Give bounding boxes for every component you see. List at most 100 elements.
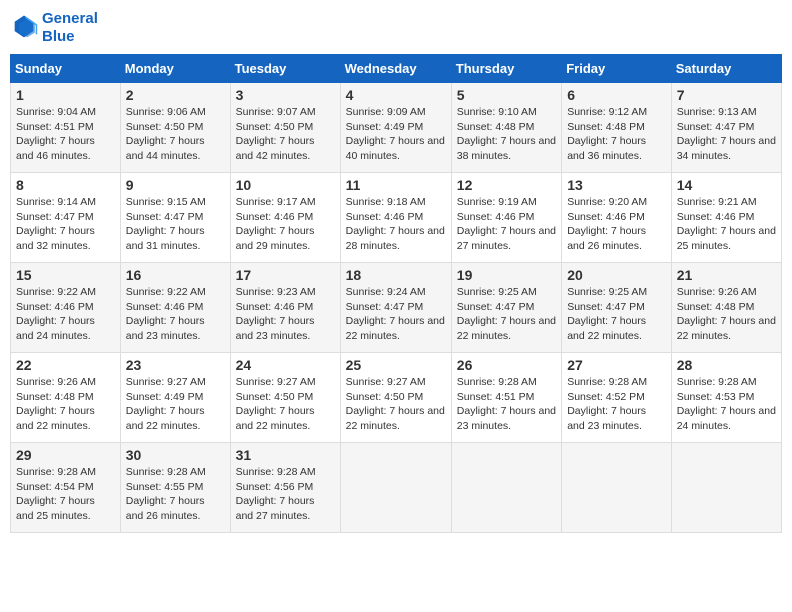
day-number: 8 xyxy=(16,177,115,193)
day-info: Sunrise: 9:20 AM Sunset: 4:46 PM Dayligh… xyxy=(567,195,666,254)
day-info: Sunrise: 9:19 AM Sunset: 4:46 PM Dayligh… xyxy=(457,195,556,254)
day-info: Sunrise: 9:22 AM Sunset: 4:46 PM Dayligh… xyxy=(16,285,115,344)
day-number: 24 xyxy=(236,357,335,373)
day-number: 30 xyxy=(126,447,225,463)
day-number: 21 xyxy=(677,267,776,283)
day-number: 31 xyxy=(236,447,335,463)
day-number: 11 xyxy=(346,177,446,193)
day-info: Sunrise: 9:15 AM Sunset: 4:47 PM Dayligh… xyxy=(126,195,225,254)
day-number: 6 xyxy=(567,87,666,103)
day-info: Sunrise: 9:23 AM Sunset: 4:46 PM Dayligh… xyxy=(236,285,335,344)
calendar-cell: 3 Sunrise: 9:07 AM Sunset: 4:50 PM Dayli… xyxy=(230,83,340,173)
day-info: Sunrise: 9:26 AM Sunset: 4:48 PM Dayligh… xyxy=(677,285,776,344)
weekday-header: Friday xyxy=(562,55,672,83)
day-number: 13 xyxy=(567,177,666,193)
logo-text: General Blue xyxy=(42,10,98,46)
day-info: Sunrise: 9:09 AM Sunset: 4:49 PM Dayligh… xyxy=(346,105,446,164)
day-number: 20 xyxy=(567,267,666,283)
day-info: Sunrise: 9:28 AM Sunset: 4:56 PM Dayligh… xyxy=(236,465,335,524)
weekday-header: Thursday xyxy=(451,55,561,83)
day-number: 3 xyxy=(236,87,335,103)
calendar-cell: 17 Sunrise: 9:23 AM Sunset: 4:46 PM Dayl… xyxy=(230,263,340,353)
calendar-cell: 2 Sunrise: 9:06 AM Sunset: 4:50 PM Dayli… xyxy=(120,83,230,173)
day-number: 18 xyxy=(346,267,446,283)
day-info: Sunrise: 9:06 AM Sunset: 4:50 PM Dayligh… xyxy=(126,105,225,164)
calendar-cell xyxy=(340,443,451,533)
calendar-cell xyxy=(671,443,781,533)
calendar-cell: 12 Sunrise: 9:19 AM Sunset: 4:46 PM Dayl… xyxy=(451,173,561,263)
day-number: 7 xyxy=(677,87,776,103)
calendar-cell: 1 Sunrise: 9:04 AM Sunset: 4:51 PM Dayli… xyxy=(11,83,121,173)
calendar-cell: 21 Sunrise: 9:26 AM Sunset: 4:48 PM Dayl… xyxy=(671,263,781,353)
calendar-cell: 11 Sunrise: 9:18 AM Sunset: 4:46 PM Dayl… xyxy=(340,173,451,263)
day-info: Sunrise: 9:28 AM Sunset: 4:52 PM Dayligh… xyxy=(567,375,666,434)
day-number: 26 xyxy=(457,357,556,373)
day-info: Sunrise: 9:14 AM Sunset: 4:47 PM Dayligh… xyxy=(16,195,115,254)
calendar-cell: 6 Sunrise: 9:12 AM Sunset: 4:48 PM Dayli… xyxy=(562,83,672,173)
calendar-cell: 14 Sunrise: 9:21 AM Sunset: 4:46 PM Dayl… xyxy=(671,173,781,263)
calendar-week-row: 29 Sunrise: 9:28 AM Sunset: 4:54 PM Dayl… xyxy=(11,443,782,533)
day-info: Sunrise: 9:13 AM Sunset: 4:47 PM Dayligh… xyxy=(677,105,776,164)
day-info: Sunrise: 9:26 AM Sunset: 4:48 PM Dayligh… xyxy=(16,375,115,434)
day-number: 1 xyxy=(16,87,115,103)
day-number: 10 xyxy=(236,177,335,193)
day-info: Sunrise: 9:07 AM Sunset: 4:50 PM Dayligh… xyxy=(236,105,335,164)
day-info: Sunrise: 9:24 AM Sunset: 4:47 PM Dayligh… xyxy=(346,285,446,344)
calendar-cell: 31 Sunrise: 9:28 AM Sunset: 4:56 PM Dayl… xyxy=(230,443,340,533)
calendar-cell xyxy=(562,443,672,533)
day-info: Sunrise: 9:28 AM Sunset: 4:55 PM Dayligh… xyxy=(126,465,225,524)
day-info: Sunrise: 9:10 AM Sunset: 4:48 PM Dayligh… xyxy=(457,105,556,164)
calendar-cell: 28 Sunrise: 9:28 AM Sunset: 4:53 PM Dayl… xyxy=(671,353,781,443)
day-info: Sunrise: 9:04 AM Sunset: 4:51 PM Dayligh… xyxy=(16,105,115,164)
day-number: 12 xyxy=(457,177,556,193)
calendar-cell: 10 Sunrise: 9:17 AM Sunset: 4:46 PM Dayl… xyxy=(230,173,340,263)
calendar-cell: 13 Sunrise: 9:20 AM Sunset: 4:46 PM Dayl… xyxy=(562,173,672,263)
calendar-cell: 26 Sunrise: 9:28 AM Sunset: 4:51 PM Dayl… xyxy=(451,353,561,443)
calendar-week-row: 15 Sunrise: 9:22 AM Sunset: 4:46 PM Dayl… xyxy=(11,263,782,353)
day-number: 23 xyxy=(126,357,225,373)
day-number: 14 xyxy=(677,177,776,193)
calendar-cell xyxy=(451,443,561,533)
calendar-week-row: 8 Sunrise: 9:14 AM Sunset: 4:47 PM Dayli… xyxy=(11,173,782,263)
calendar-cell: 27 Sunrise: 9:28 AM Sunset: 4:52 PM Dayl… xyxy=(562,353,672,443)
day-number: 19 xyxy=(457,267,556,283)
day-info: Sunrise: 9:25 AM Sunset: 4:47 PM Dayligh… xyxy=(567,285,666,344)
calendar-cell: 29 Sunrise: 9:28 AM Sunset: 4:54 PM Dayl… xyxy=(11,443,121,533)
day-info: Sunrise: 9:12 AM Sunset: 4:48 PM Dayligh… xyxy=(567,105,666,164)
calendar-cell: 22 Sunrise: 9:26 AM Sunset: 4:48 PM Dayl… xyxy=(11,353,121,443)
day-number: 16 xyxy=(126,267,225,283)
day-info: Sunrise: 9:17 AM Sunset: 4:46 PM Dayligh… xyxy=(236,195,335,254)
day-info: Sunrise: 9:22 AM Sunset: 4:46 PM Dayligh… xyxy=(126,285,225,344)
day-number: 27 xyxy=(567,357,666,373)
calendar-week-row: 22 Sunrise: 9:26 AM Sunset: 4:48 PM Dayl… xyxy=(11,353,782,443)
calendar-cell: 9 Sunrise: 9:15 AM Sunset: 4:47 PM Dayli… xyxy=(120,173,230,263)
logo-icon xyxy=(10,14,38,42)
weekday-header: Sunday xyxy=(11,55,121,83)
day-info: Sunrise: 9:28 AM Sunset: 4:54 PM Dayligh… xyxy=(16,465,115,524)
calendar-cell: 30 Sunrise: 9:28 AM Sunset: 4:55 PM Dayl… xyxy=(120,443,230,533)
day-info: Sunrise: 9:21 AM Sunset: 4:46 PM Dayligh… xyxy=(677,195,776,254)
logo: General Blue xyxy=(10,10,98,46)
weekday-header: Monday xyxy=(120,55,230,83)
calendar-cell: 25 Sunrise: 9:27 AM Sunset: 4:50 PM Dayl… xyxy=(340,353,451,443)
day-info: Sunrise: 9:27 AM Sunset: 4:49 PM Dayligh… xyxy=(126,375,225,434)
weekday-header: Saturday xyxy=(671,55,781,83)
calendar-cell: 5 Sunrise: 9:10 AM Sunset: 4:48 PM Dayli… xyxy=(451,83,561,173)
calendar-table: SundayMondayTuesdayWednesdayThursdayFrid… xyxy=(10,54,782,533)
calendar-cell: 20 Sunrise: 9:25 AM Sunset: 4:47 PM Dayl… xyxy=(562,263,672,353)
day-number: 22 xyxy=(16,357,115,373)
day-info: Sunrise: 9:27 AM Sunset: 4:50 PM Dayligh… xyxy=(236,375,335,434)
calendar-cell: 8 Sunrise: 9:14 AM Sunset: 4:47 PM Dayli… xyxy=(11,173,121,263)
day-number: 15 xyxy=(16,267,115,283)
day-info: Sunrise: 9:18 AM Sunset: 4:46 PM Dayligh… xyxy=(346,195,446,254)
day-info: Sunrise: 9:28 AM Sunset: 4:51 PM Dayligh… xyxy=(457,375,556,434)
weekday-header: Tuesday xyxy=(230,55,340,83)
day-number: 29 xyxy=(16,447,115,463)
day-number: 4 xyxy=(346,87,446,103)
weekday-header: Wednesday xyxy=(340,55,451,83)
calendar-cell: 7 Sunrise: 9:13 AM Sunset: 4:47 PM Dayli… xyxy=(671,83,781,173)
calendar-cell: 16 Sunrise: 9:22 AM Sunset: 4:46 PM Dayl… xyxy=(120,263,230,353)
day-number: 5 xyxy=(457,87,556,103)
day-info: Sunrise: 9:25 AM Sunset: 4:47 PM Dayligh… xyxy=(457,285,556,344)
calendar-cell: 24 Sunrise: 9:27 AM Sunset: 4:50 PM Dayl… xyxy=(230,353,340,443)
